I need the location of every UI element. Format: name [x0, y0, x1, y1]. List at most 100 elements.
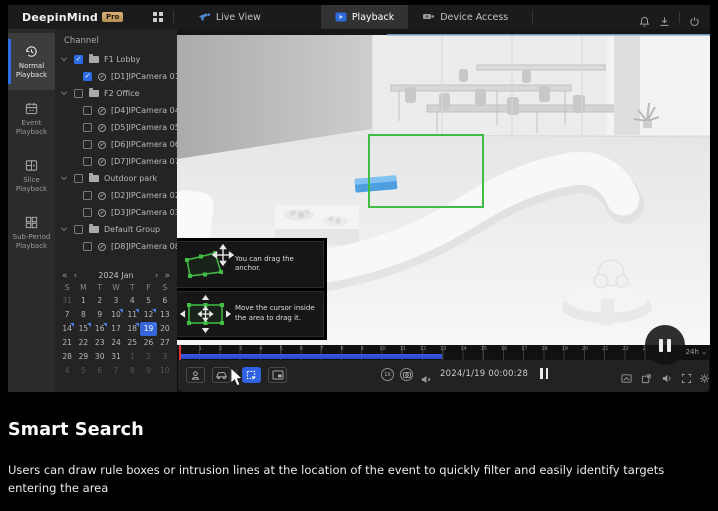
view-mode-button[interactable]: [268, 367, 287, 383]
channel-checkbox[interactable]: [83, 242, 92, 251]
calendar-date[interactable]: 4: [124, 294, 140, 308]
calendar-date[interactable]: 6: [157, 294, 173, 308]
pause-overlay-button[interactable]: [645, 325, 685, 365]
playback-speed-button[interactable]: 1X: [381, 368, 394, 381]
alarm-bell-icon[interactable]: [639, 12, 650, 23]
person-filter-button[interactable]: [186, 367, 205, 383]
channel-camera-row[interactable]: [D6]IPCamera 06: [55, 136, 177, 153]
pop-out-button[interactable]: [641, 369, 652, 388]
settings-button[interactable]: [699, 369, 710, 388]
calendar-date[interactable]: 17: [108, 322, 124, 336]
channel-checkbox[interactable]: [83, 123, 92, 132]
calendar-date[interactable]: 6: [92, 364, 108, 378]
smart-search-button[interactable]: [242, 367, 261, 383]
calendar-date[interactable]: 26: [140, 336, 156, 350]
playhead[interactable]: [179, 345, 181, 360]
timeline-range-dropdown[interactable]: 24h ⌄: [686, 348, 707, 356]
vehicle-filter-button[interactable]: [212, 367, 231, 383]
channel-checkbox[interactable]: [83, 191, 92, 200]
snapshot-button[interactable]: [400, 368, 413, 381]
next-month-icon[interactable]: ›: [152, 271, 162, 281]
tab-live-view[interactable]: Live View: [184, 5, 275, 29]
pause-button[interactable]: [540, 368, 548, 379]
channel-checkbox[interactable]: ✓: [74, 55, 83, 64]
calendar-date[interactable]: 7: [59, 308, 75, 322]
sidebar-item-event-playback[interactable]: Event Playback: [8, 90, 55, 147]
channel-checkbox[interactable]: [74, 174, 83, 183]
calendar-date[interactable]: 24: [108, 336, 124, 350]
sidebar-item-normal-playback[interactable]: Normal Playback: [8, 33, 55, 90]
calendar-date[interactable]: 29: [75, 350, 91, 364]
channel-checkbox[interactable]: [83, 106, 92, 115]
calendar-date[interactable]: 2: [92, 294, 108, 308]
calendar-date[interactable]: 15: [75, 322, 91, 336]
sidebar-item-slice-playback[interactable]: Slice Playback: [8, 147, 55, 204]
tab-device-access[interactable]: Device Access: [408, 5, 522, 29]
calendar-date[interactable]: 8: [124, 364, 140, 378]
timeline-ruler[interactable]: 0123456789101112131415161718192021222324…: [177, 345, 710, 360]
next-year-icon[interactable]: »: [162, 271, 174, 281]
smart-search-rule-box[interactable]: [368, 134, 484, 208]
calendar-date[interactable]: 28: [59, 350, 75, 364]
calendar-date[interactable]: 27: [157, 336, 173, 350]
channel-camera-row[interactable]: [D3]IPCamera 03: [55, 204, 177, 221]
calendar-date[interactable]: 2: [140, 350, 156, 364]
chevron-down-icon[interactable]: [61, 55, 67, 61]
channel-camera-row[interactable]: [D8]IPCamera 08: [55, 238, 177, 255]
calendar-date[interactable]: 12: [140, 308, 156, 322]
calendar-date[interactable]: 16: [92, 322, 108, 336]
channel-group-row[interactable]: ✓F1 Lobby: [55, 51, 177, 68]
sidebar-item-sub-period-playback[interactable]: Sub-Period Playback: [8, 204, 55, 261]
fullscreen-button[interactable]: [681, 369, 692, 388]
calendar-date[interactable]: 3: [157, 350, 173, 364]
chevron-down-icon[interactable]: [61, 174, 67, 180]
channel-checkbox[interactable]: [83, 208, 92, 217]
prev-year-icon[interactable]: «: [59, 271, 71, 281]
calendar-date[interactable]: 30: [92, 350, 108, 364]
calendar-date[interactable]: 14: [59, 322, 75, 336]
calendar-date[interactable]: 10: [157, 364, 173, 378]
calendar-date[interactable]: 5: [75, 364, 91, 378]
calendar-date[interactable]: 13: [157, 308, 173, 322]
channel-checkbox[interactable]: [74, 89, 83, 98]
calendar-date[interactable]: 7: [108, 364, 124, 378]
calendar-date[interactable]: 1: [124, 350, 140, 364]
calendar-date-selected[interactable]: 19: [140, 322, 156, 336]
calendar-date[interactable]: 1: [75, 294, 91, 308]
calendar-date[interactable]: 11: [124, 308, 140, 322]
channel-camera-row[interactable]: [D2]IPCamera 02: [55, 187, 177, 204]
channel-group-row[interactable]: Outdoor park: [55, 170, 177, 187]
channel-group-row[interactable]: Default Group: [55, 221, 177, 238]
channel-checkbox[interactable]: [74, 225, 83, 234]
channel-camera-row[interactable]: [D5]IPCamera 05: [55, 119, 177, 136]
calendar-date[interactable]: 8: [75, 308, 91, 322]
channel-camera-row[interactable]: [D4]IPCamera 04: [55, 102, 177, 119]
calendar-date[interactable]: 31: [108, 350, 124, 364]
channel-checkbox[interactable]: ✓: [83, 72, 92, 81]
calendar-date[interactable]: 23: [92, 336, 108, 350]
prev-month-icon[interactable]: ‹: [71, 271, 81, 281]
video-viewport[interactable]: You can drag the anchor.: [177, 29, 710, 345]
channel-camera-row[interactable]: ✓[D1]IPCamera 01: [55, 68, 177, 85]
calendar-date[interactable]: 10: [108, 308, 124, 322]
calendar-date[interactable]: 20: [157, 322, 173, 336]
download-icon[interactable]: [659, 12, 670, 23]
calendar-date[interactable]: 25: [124, 336, 140, 350]
calendar-date[interactable]: 31: [59, 294, 75, 308]
calendar-date[interactable]: 9: [140, 364, 156, 378]
calendar-date[interactable]: 21: [59, 336, 75, 350]
mute-button[interactable]: [420, 370, 431, 389]
calendar-date[interactable]: 9: [92, 308, 108, 322]
apps-grid-icon[interactable]: [153, 12, 163, 22]
chevron-down-icon[interactable]: [61, 225, 67, 231]
calendar-date[interactable]: 5: [140, 294, 156, 308]
smart-display-button[interactable]: [621, 369, 632, 388]
calendar-date[interactable]: 4: [59, 364, 75, 378]
channel-camera-row[interactable]: [D7]IPCamera 07: [55, 153, 177, 170]
calendar-date[interactable]: 3: [108, 294, 124, 308]
calendar-date[interactable]: 18: [124, 322, 140, 336]
calendar-date[interactable]: 22: [75, 336, 91, 350]
chevron-down-icon[interactable]: [61, 89, 67, 95]
tab-playback[interactable]: Playback: [321, 5, 408, 29]
audio-button[interactable]: [661, 369, 672, 388]
